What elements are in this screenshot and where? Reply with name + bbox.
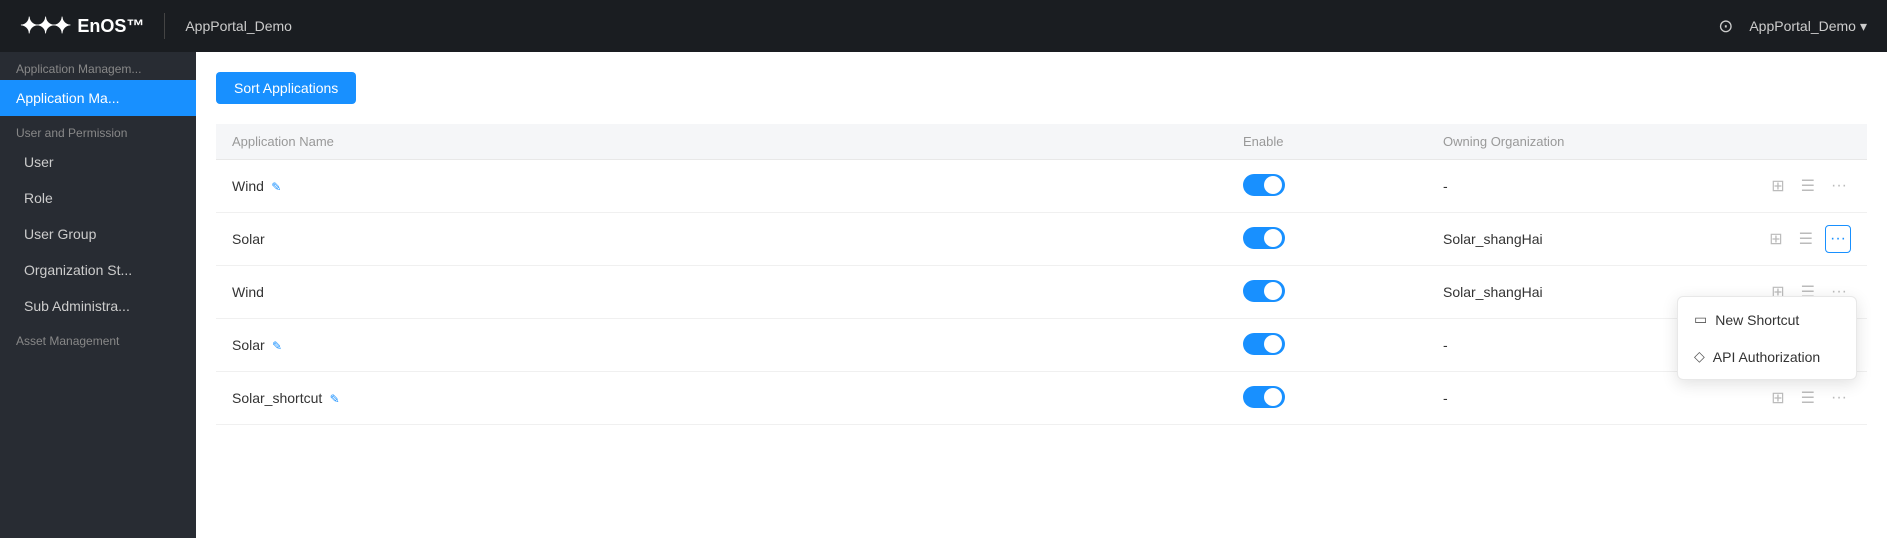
- api-auth-icon: ◇: [1694, 348, 1705, 365]
- dropdown-item-api-auth[interactable]: ◇ API Authorization: [1678, 338, 1856, 375]
- user-label: AppPortal_Demo: [1749, 18, 1856, 34]
- sort-applications-button[interactable]: Sort Applications: [216, 72, 356, 104]
- more-options-icon[interactable]: ···: [1825, 225, 1851, 253]
- list-icon[interactable]: ☰: [1797, 384, 1819, 412]
- cell-app-name: Solar ✎: [216, 319, 1227, 372]
- table-row: Solar_shortcut ✎-⊞☰···: [216, 372, 1867, 425]
- topnav-right: ⊙ AppPortal_Demo ▾: [1718, 16, 1867, 37]
- sidebar-section-user-perm: User and Permission: [0, 116, 196, 144]
- table-row: Solar ✎-⊞☰···: [216, 319, 1867, 372]
- edit-link-icon[interactable]: ✎: [268, 180, 281, 194]
- cell-enable: [1227, 160, 1427, 213]
- table-row: Wind ✎ - ⊞ ☰ ···: [216, 160, 1867, 213]
- sidebar-item-role[interactable]: Role: [0, 180, 196, 216]
- cell-org: -: [1427, 160, 1727, 213]
- cell-org: Solar_shangHai: [1427, 213, 1727, 266]
- toggle-switch[interactable]: [1243, 174, 1285, 196]
- col-header-org: Owning Organization: [1427, 124, 1727, 160]
- logo: ✦✦✦ EnOS™: [20, 13, 165, 39]
- user-dropdown[interactable]: AppPortal_Demo ▾: [1749, 18, 1867, 35]
- cell-app-name: Solar: [216, 213, 1227, 266]
- cell-app-name: Wind ✎: [216, 160, 1227, 213]
- table-row: WindSolar_shangHai⊞☰···: [216, 266, 1867, 319]
- topnav: ✦✦✦ EnOS™ AppPortal_Demo ⊙ AppPortal_Dem…: [0, 0, 1887, 52]
- cell-app-name: Wind: [216, 266, 1227, 319]
- chevron-down-icon: ▾: [1860, 18, 1867, 35]
- col-header-enable: Enable: [1227, 124, 1427, 160]
- toggle-switch[interactable]: [1243, 280, 1285, 302]
- sidebar-item-user-group[interactable]: User Group: [0, 216, 196, 252]
- logo-text: EnOS™: [77, 16, 144, 37]
- cell-actions: ⊞ ☰ ···: [1727, 213, 1867, 266]
- help-icon[interactable]: ⊙: [1718, 16, 1733, 37]
- edit-link-icon[interactable]: ✎: [269, 339, 282, 353]
- cell-actions: ⊞ ☰ ···: [1727, 160, 1867, 213]
- cell-app-name: Solar_shortcut ✎: [216, 372, 1227, 425]
- sidebar-item-user[interactable]: User: [0, 144, 196, 180]
- cell-enable: [1227, 213, 1427, 266]
- table-header-row: Application Name Enable Owning Organizat…: [216, 124, 1867, 160]
- sidebar: Application Managem... Application Ma...…: [0, 52, 196, 538]
- toggle-switch[interactable]: [1243, 386, 1285, 408]
- sidebar-section-asset-mgmt: Asset Management: [0, 324, 196, 352]
- toggle-switch[interactable]: [1243, 227, 1285, 249]
- col-header-name: Application Name: [216, 124, 1227, 160]
- grid-icon[interactable]: ⊞: [1765, 225, 1786, 253]
- col-header-actions: [1727, 124, 1867, 160]
- list-icon[interactable]: ☰: [1797, 172, 1819, 200]
- cell-enable: [1227, 372, 1427, 425]
- table-row: Solar Solar_shangHai ⊞ ☰ ···: [216, 213, 1867, 266]
- new-shortcut-icon: ▭: [1694, 311, 1707, 328]
- edit-link-icon[interactable]: ✎: [326, 392, 339, 406]
- grid-icon[interactable]: ⊞: [1767, 172, 1788, 200]
- sidebar-item-app-management[interactable]: Application Ma...: [0, 80, 196, 116]
- dropdown-item-api-auth-label: API Authorization: [1713, 349, 1820, 365]
- main-layout: Application Managem... Application Ma...…: [0, 52, 1887, 538]
- list-icon[interactable]: ☰: [1795, 225, 1817, 253]
- cell-enable: [1227, 266, 1427, 319]
- more-options-icon[interactable]: ···: [1827, 385, 1851, 411]
- enos-logo-icon: ✦✦✦: [20, 13, 69, 39]
- content-area: Sort Applications Application Name Enabl…: [196, 52, 1887, 538]
- cell-enable: [1227, 319, 1427, 372]
- applications-table: Application Name Enable Owning Organizat…: [216, 124, 1867, 425]
- grid-icon[interactable]: ⊞: [1767, 384, 1788, 412]
- dropdown-item-new-shortcut-label: New Shortcut: [1715, 312, 1799, 328]
- toggle-switch[interactable]: [1243, 333, 1285, 355]
- sidebar-item-sub-admin[interactable]: Sub Administra...: [0, 288, 196, 324]
- more-options-icon[interactable]: ···: [1827, 173, 1851, 199]
- sidebar-section-app-mgmt: Application Managem...: [0, 52, 196, 80]
- sidebar-item-org-structure[interactable]: Organization St...: [0, 252, 196, 288]
- app-name: AppPortal_Demo: [185, 18, 292, 34]
- context-dropdown-menu: ▭ New Shortcut ◇ API Authorization: [1677, 296, 1857, 380]
- dropdown-item-new-shortcut[interactable]: ▭ New Shortcut: [1678, 301, 1856, 338]
